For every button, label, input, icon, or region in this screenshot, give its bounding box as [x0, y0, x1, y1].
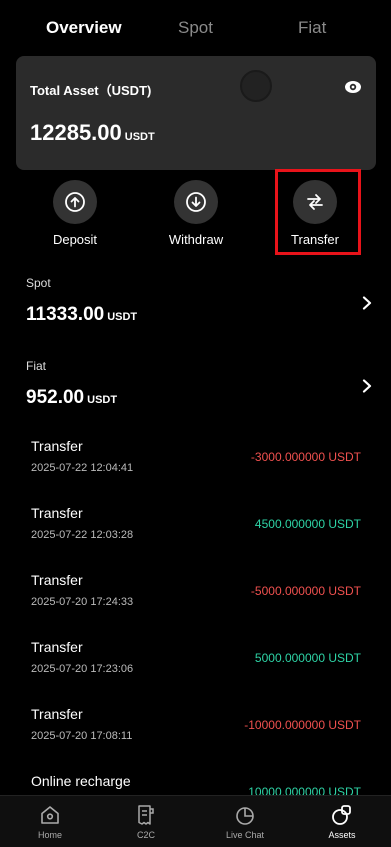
eye-icon[interactable]: [344, 80, 362, 94]
spot-amount: 11333.00 USDT: [26, 304, 376, 326]
bottom-nav: Home C2C Live Chat Assets: [0, 795, 391, 847]
withdraw-label: Withdraw: [168, 232, 224, 247]
tab-spot[interactable]: Spot: [178, 18, 213, 38]
transaction-time: 2025-07-20 17:08:11: [31, 730, 133, 742]
fiat-title: Fiat: [26, 359, 47, 373]
transaction-title: Online recharge: [31, 773, 131, 789]
nav-assets[interactable]: Assets: [302, 804, 382, 840]
nav-c2c[interactable]: C2C: [106, 804, 186, 840]
transaction-row[interactable]: Transfer 2025-07-22 12:03:28 4500.000000…: [0, 495, 391, 555]
transaction-amount: -5000.000000 USDT: [250, 584, 361, 598]
transaction-amount: -3000.000000 USDT: [250, 450, 361, 464]
transaction-time: 2025-07-22 12:03:28: [31, 529, 134, 541]
transfer-highlight-box: [275, 169, 361, 255]
transaction-time: 2025-07-20 17:24:33: [31, 596, 134, 608]
transaction-title: Transfer: [31, 706, 83, 722]
transaction-amount: 4500.000000 USDT: [254, 517, 361, 531]
transaction-row[interactable]: Transfer 2025-07-22 12:04:41 -3000.00000…: [0, 428, 391, 488]
chevron-right-icon[interactable]: [362, 379, 372, 393]
withdraw-button[interactable]: Withdraw: [151, 180, 241, 247]
withdraw-circle: [174, 180, 218, 224]
transaction-time: 2025-07-22 12:04:41: [31, 462, 134, 474]
transaction-amount: 5000.000000 USDT: [254, 651, 361, 665]
assets-icon: [332, 805, 351, 825]
deposit-button[interactable]: Deposit: [30, 180, 120, 247]
top-tabs: Overview Spot Fiat: [0, 0, 391, 56]
transaction-title: Transfer: [31, 572, 83, 588]
deposit-label: Deposit: [52, 232, 98, 247]
arrow-down-icon: [186, 192, 206, 212]
loading-spinner-icon: [240, 70, 272, 102]
total-asset-label: Total Asset（USDT): [30, 83, 152, 98]
transaction-amount: -10000.000000 USDT: [244, 718, 361, 732]
fiat-balance[interactable]: Fiat 952.00 USDT: [26, 359, 376, 409]
transaction-row[interactable]: Transfer 2025-07-20 17:23:06 5000.000000…: [0, 629, 391, 689]
transaction-row[interactable]: Transfer 2025-07-20 17:08:11 -10000.0000…: [0, 696, 391, 756]
nav-home-label: Home: [37, 830, 62, 840]
nav-c2c-label: C2C: [136, 830, 155, 840]
spot-balance[interactable]: Spot 11333.00 USDT: [26, 276, 376, 326]
transaction-row[interactable]: Transfer 2025-07-20 17:24:33 -5000.00000…: [0, 562, 391, 622]
nav-assets-label: Assets: [328, 830, 356, 840]
tab-overview[interactable]: Overview: [46, 18, 122, 38]
transaction-title: Transfer: [31, 639, 83, 655]
c2c-receipt-icon: [138, 805, 154, 825]
nav-live-chat[interactable]: Live Chat: [205, 804, 285, 840]
fiat-value: 952.00: [26, 387, 85, 408]
total-asset-amount: 12285.00 USDT: [30, 120, 155, 146]
tab-fiat[interactable]: Fiat: [298, 18, 326, 38]
fiat-amount: 952.00 USDT: [26, 387, 376, 409]
arrow-up-icon: [65, 192, 85, 212]
deposit-circle: [53, 180, 97, 224]
total-asset-value: 12285.00: [30, 120, 122, 145]
transaction-title: Transfer: [31, 505, 83, 521]
home-icon: [41, 806, 59, 824]
fiat-unit: USDT: [87, 394, 118, 406]
nav-live-chat-label: Live Chat: [225, 830, 265, 840]
total-asset-card: Total Asset（USDT) 12285.00 USDT: [16, 56, 376, 170]
total-asset-unit: USDT: [124, 131, 155, 143]
nav-home[interactable]: Home: [10, 804, 90, 840]
live-chat-icon: [236, 807, 254, 825]
spot-value: 11333.00: [26, 304, 105, 325]
chevron-right-icon[interactable]: [362, 296, 372, 310]
spot-unit: USDT: [107, 311, 138, 323]
transaction-title: Transfer: [31, 438, 83, 454]
transaction-time: 2025-07-20 17:23:06: [31, 663, 134, 675]
spot-title: Spot: [26, 276, 51, 290]
